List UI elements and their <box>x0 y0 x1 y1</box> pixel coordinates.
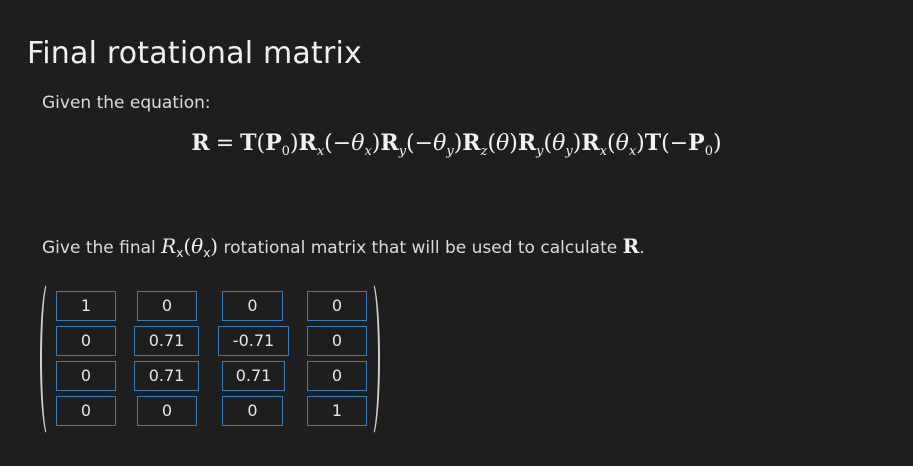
matrix-cell-r1c2[interactable]: 0 <box>137 291 197 321</box>
matrix-cell-r2c4[interactable]: 0 <box>307 326 367 356</box>
r-symbol: R <box>622 234 640 258</box>
matrix-cell-r4c3[interactable]: 0 <box>222 396 283 426</box>
matrix-cell-r3c2[interactable]: 0.71 <box>134 361 199 391</box>
question-suffix: rotational matrix that will be used to c… <box>218 238 623 258</box>
question-text: Give the final Rx(θx) rotational matrix … <box>42 234 645 260</box>
question-end: . <box>639 238 645 258</box>
matrix-cell-r1c4[interactable]: 0 <box>307 291 367 321</box>
matrix-cell-r2c2[interactable]: 0.71 <box>134 326 199 356</box>
matrix-right-bracket <box>366 280 380 438</box>
matrix-cell-r3c1[interactable]: 0 <box>56 361 116 391</box>
rx-theta-symbol: Rx(θx) <box>161 234 219 260</box>
matrix-cell-r4c2[interactable]: 0 <box>137 396 197 426</box>
matrix-left-bracket <box>40 280 54 438</box>
matrix-cell-r2c3[interactable]: -0.71 <box>218 326 289 356</box>
matrix-cell-r3c3[interactable]: 0.71 <box>222 361 285 391</box>
matrix-cell-r4c1[interactable]: 0 <box>56 396 116 426</box>
page-title: Final rotational matrix <box>27 36 362 71</box>
given-equation-label: Given the equation: <box>42 93 211 113</box>
matrix-cell-r3c4[interactable]: 0 <box>307 361 367 391</box>
rotation-equation: R = T(P0)Rx(−θx)Ry(−θy)Rz(θ)Ry(θy)Rx(θx)T(… <box>191 130 722 159</box>
matrix-cell-r4c4[interactable]: 1 <box>307 396 367 426</box>
matrix-cell-r1c1[interactable]: 1 <box>56 291 116 321</box>
matrix-cell-r1c3[interactable]: 0 <box>222 291 283 321</box>
question-prefix: Give the final <box>42 238 162 258</box>
matrix-cell-r2c1[interactable]: 0 <box>56 326 116 356</box>
